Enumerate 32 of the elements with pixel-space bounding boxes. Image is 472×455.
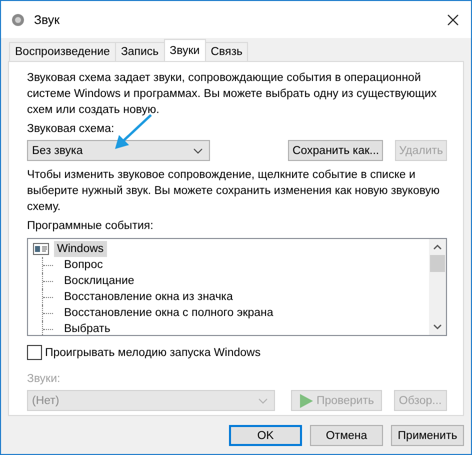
scheme-button[interactable]: Сохранить как... — [288, 140, 384, 161]
dialog-button[interactable]: Отмена — [310, 425, 383, 446]
dialog-button[interactable]: OK — [229, 425, 302, 446]
event-item[interactable]: Восклицание — [62, 273, 136, 289]
play-icon — [300, 394, 314, 408]
tab[interactable]: Воспроизведение — [9, 42, 116, 61]
chevron-icon — [258, 398, 268, 404]
scheme-label: Звуковая схема: — [27, 122, 116, 137]
checkbox-label[interactable]: Проигрывать мелодию запуска Windows — [45, 346, 261, 358]
close-icon[interactable] — [447, 14, 459, 26]
event-group[interactable]: Windows — [54, 241, 107, 257]
events-label: Программные события: — [27, 219, 154, 234]
scheme-dropdown[interactable]: Без звука — [27, 140, 210, 161]
speaker-icon — [11, 12, 25, 26]
sounds-label: Звуки: — [27, 372, 62, 387]
scrollbar[interactable] — [429, 239, 446, 335]
dialog-button[interactable]: Применить — [391, 425, 464, 446]
event-item[interactable]: Восстановление окна с полного экрана — [62, 305, 276, 321]
event-item[interactable]: Выбрать — [62, 321, 112, 335]
scroll-thumb[interactable] — [430, 255, 445, 272]
chevron-icon — [193, 148, 204, 154]
tab[interactable]: Связь — [204, 42, 248, 61]
scroll-down-icon[interactable] — [433, 324, 442, 330]
window-icon — [33, 243, 49, 255]
tab[interactable]: Звуки — [164, 39, 206, 61]
hint-text: Чтобы изменить звуковое сопровождение, щелкните событие в списке и выберите нужный звук. Вы можете сохранить изменения как новую звуковую схему. — [27, 168, 441, 215]
checkbox[interactable] — [27, 345, 42, 360]
scroll-up-icon[interactable] — [433, 244, 442, 250]
description-text: Звуковая схема задает звуки, сопровождающие события в операционной системе Windows и программах. Вы можете выбрать одну из существующих схем или создать новую. — [27, 71, 438, 118]
event-item[interactable]: Вопрос — [62, 257, 105, 273]
window-title: Звук — [34, 12, 61, 26]
event-item[interactable]: Восстановление окна из значка — [62, 289, 235, 305]
